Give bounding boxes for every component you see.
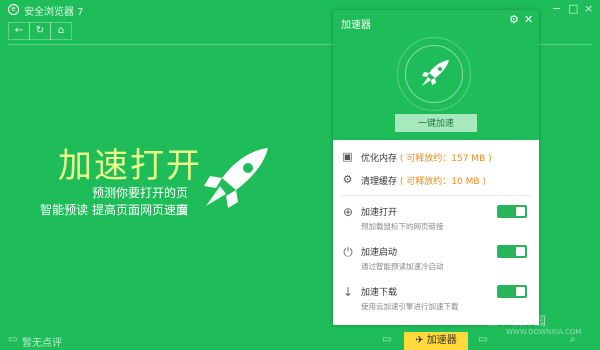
hero-subtitle-line2: 智能预读 提高页面网页速度 bbox=[40, 203, 188, 217]
status-left-text: 暂无点评 bbox=[22, 338, 62, 349]
refresh-button[interactable]: ↻ bbox=[29, 22, 51, 40]
globe-icon: ⊕ bbox=[342, 205, 354, 219]
optimize-memory-info: ( 可释放约：157 MB ) bbox=[399, 154, 492, 164]
power-icon: ⏻ bbox=[343, 245, 353, 259]
toggle-knob bbox=[516, 287, 525, 296]
accelerate-open-item: ⊕ 加速打开 预加载鼠标下的网页链接 bbox=[333, 201, 539, 241]
window-title: 安全浏览器 7 bbox=[24, 7, 84, 18]
panel-header: 加速器 ⚙ ✕ 一键加速 bbox=[333, 10, 539, 140]
home-button[interactable]: ⌂ bbox=[50, 22, 72, 40]
clean-cache-row[interactable]: ⚙ 清理缓存 ( 可释放约：10 MB ) bbox=[333, 170, 539, 190]
accelerator-panel: 加速器 ⚙ ✕ 一键加速 ▣ 优化内存 ( 可释放约：157 MB ) ⚙ 清理… bbox=[333, 10, 539, 325]
panel-divider bbox=[341, 195, 531, 196]
accelerate-open-toggle[interactable] bbox=[497, 205, 527, 218]
browser-logo-icon: e bbox=[8, 4, 19, 15]
rocket-small-icon: ✈ bbox=[415, 335, 424, 346]
panel-rocket-icon bbox=[422, 60, 449, 86]
hero-title: 加速打开 bbox=[58, 146, 202, 186]
toggle-knob bbox=[516, 247, 525, 256]
accelerator-tab-label: 加速器 bbox=[426, 335, 457, 346]
optimize-memory-text: 优化内存 ( 可释放约：157 MB ) bbox=[361, 151, 492, 164]
download-icon[interactable]: ▭ bbox=[382, 334, 391, 345]
panel-title: 加速器 bbox=[341, 20, 371, 31]
accelerate-open-title: 加速打开 bbox=[361, 208, 398, 218]
toggle-knob bbox=[516, 207, 525, 216]
accelerate-startup-title: 加速启动 bbox=[361, 248, 398, 258]
accelerate-open-desc: 预加载鼠标下的网页链接 bbox=[361, 222, 444, 231]
gear-icon[interactable]: ⚙ bbox=[509, 13, 519, 26]
accelerate-download-toggle[interactable] bbox=[497, 285, 527, 298]
accelerate-download-title: 加速下载 bbox=[361, 288, 398, 298]
watermark-url: WWW.DOWNXIA.COM bbox=[506, 328, 582, 336]
one-key-accelerate-button[interactable]: 一键加速 bbox=[395, 114, 477, 132]
rocket-icon bbox=[204, 148, 268, 208]
close-window-button[interactable]: × bbox=[584, 2, 593, 15]
back-button[interactable]: ← bbox=[8, 22, 30, 40]
accelerator-tab[interactable]: ✈ 加速器 bbox=[404, 332, 468, 350]
accelerate-startup-toggle[interactable] bbox=[497, 245, 527, 258]
comment-icon[interactable]: ▭ bbox=[8, 334, 17, 345]
maximize-button[interactable]: □ bbox=[568, 2, 578, 15]
accelerate-download-item: ↓ 加速下载 使用云加速引擎进行加速下载 bbox=[333, 281, 539, 321]
memory-chip-icon: ▣ bbox=[342, 150, 353, 163]
close-icon[interactable]: ✕ bbox=[524, 13, 533, 26]
clean-cache-text: 清理缓存 ( 可释放约：10 MB ) bbox=[361, 174, 486, 187]
accelerate-download-desc: 使用云加速引擎进行加速下载 bbox=[361, 302, 459, 311]
clean-cache-info: ( 可释放约：10 MB ) bbox=[399, 177, 486, 187]
download-arrow-icon: ↓ bbox=[342, 285, 354, 299]
accelerate-startup-desc: 通过智能预读加速冷启动 bbox=[361, 262, 444, 271]
history-icon[interactable]: ▭ bbox=[478, 334, 487, 345]
cache-gear-icon: ⚙ bbox=[342, 173, 353, 186]
optimize-memory-row[interactable]: ▣ 优化内存 ( 可释放约：157 MB ) bbox=[333, 147, 539, 167]
accelerate-startup-item: ⏻ 加速启动 通过智能预读加速冷启动 bbox=[333, 241, 539, 281]
clean-cache-label: 清理缓存 bbox=[361, 177, 398, 187]
optimize-memory-label: 优化内存 bbox=[361, 154, 398, 164]
navigation-bar: ← ↻ ⌂ bbox=[8, 22, 72, 40]
minimize-button[interactable]: − bbox=[552, 2, 561, 15]
